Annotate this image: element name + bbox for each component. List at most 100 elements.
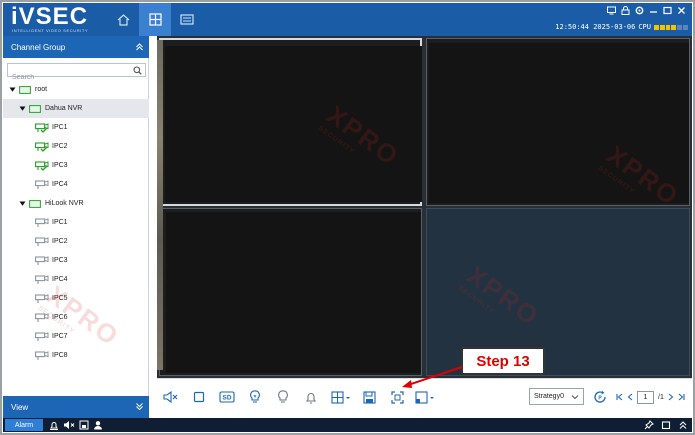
grid-icon [148, 13, 162, 26]
channel-item[interactable]: IPC2 [3, 137, 149, 156]
device-group-icon [29, 104, 41, 113]
video-grid [157, 36, 692, 378]
close-icon[interactable] [677, 6, 686, 15]
person-icon[interactable] [93, 420, 103, 430]
auto-switch-button[interactable]: P [591, 388, 609, 406]
film-icon [180, 14, 194, 25]
save-button[interactable] [360, 388, 378, 406]
status-bar: Alarm [3, 418, 692, 432]
alarm-bell-icon[interactable] [49, 420, 59, 430]
status-icons-right [644, 420, 688, 430]
layout-button[interactable] [330, 388, 352, 406]
view-section-header[interactable]: View [3, 396, 149, 418]
channel-label: IPC1 [52, 124, 68, 131]
cpu-segment [683, 24, 688, 30]
video-tile-3[interactable] [159, 208, 422, 376]
video-tile-1[interactable] [159, 38, 422, 206]
smart-light-button[interactable] [246, 388, 264, 406]
alarm-button[interactable] [302, 388, 320, 406]
mute-button[interactable] [162, 388, 180, 406]
next-page-icon[interactable] [668, 393, 674, 401]
sd-quality-button[interactable]: SD [218, 388, 236, 406]
speaker-mute-icon[interactable] [63, 420, 75, 430]
light-icon [278, 390, 288, 403]
root-group-item[interactable]: root [3, 80, 149, 99]
strategy-select[interactable]: Strategy0 [529, 388, 584, 405]
camera-icon [35, 312, 49, 322]
home-icon [117, 13, 129, 26]
alarm-tab-button[interactable]: Alarm [5, 419, 43, 431]
cpu-label: CPU [638, 23, 651, 31]
channel-label: IPC5 [52, 295, 68, 302]
bell-icon [305, 392, 317, 403]
screen-icon[interactable] [79, 420, 89, 430]
device-group-icon [29, 199, 41, 208]
video-tile-2[interactable] [426, 38, 690, 206]
channel-label: IPC3 [52, 257, 68, 264]
channel-group-title: Channel Group [11, 42, 66, 52]
svg-text:P: P [598, 395, 602, 401]
camera-icon [35, 350, 49, 360]
channel-item[interactable]: IPC3 [3, 156, 149, 175]
pin-icon[interactable] [644, 420, 654, 430]
light-button[interactable] [274, 388, 292, 406]
last-page-icon[interactable] [678, 393, 686, 401]
channel-item[interactable]: IPC7 [3, 327, 149, 346]
minimize-icon[interactable] [649, 6, 658, 15]
tab-live-view[interactable] [139, 3, 171, 36]
camera-icon [35, 122, 49, 133]
sd-label: SD [222, 395, 231, 402]
channel-item[interactable]: IPC1 [3, 118, 149, 137]
stop-button[interactable] [190, 388, 208, 406]
channel-item[interactable]: IPC4 [3, 175, 149, 194]
first-page-icon[interactable] [615, 393, 623, 401]
lock-icon[interactable] [621, 6, 630, 15]
channel-item[interactable]: IPC3 [3, 251, 149, 270]
status-icons-left [49, 420, 103, 430]
camera-icon [35, 179, 49, 189]
camera-icon [35, 236, 49, 246]
nvr-group-item[interactable]: Dahua NVR [3, 99, 149, 118]
collapse-icon[interactable] [678, 420, 688, 430]
expand-arrow-icon[interactable] [19, 105, 26, 112]
nvr-group-item[interactable]: HiLook NVR [3, 194, 149, 213]
channel-group-header[interactable]: Channel Group [3, 36, 149, 58]
channel-item[interactable]: IPC1 [3, 213, 149, 232]
page-number-input[interactable]: 1 [637, 390, 654, 404]
save-icon [362, 390, 376, 404]
mute-icon [163, 391, 178, 403]
channel-item[interactable]: IPC8 [3, 346, 149, 365]
channel-item[interactable]: IPC5 [3, 289, 149, 308]
tab-playback[interactable] [171, 3, 203, 36]
view-section-title: View [11, 402, 29, 412]
step-callout: Step 13 [461, 347, 545, 375]
camera-icon [35, 160, 49, 171]
window-icon [415, 390, 434, 404]
chevron-down-icon [571, 395, 579, 400]
monitor-icon[interactable] [607, 6, 616, 15]
channel-item[interactable]: IPC6 [3, 308, 149, 327]
camera-icon [35, 141, 49, 152]
bulb-icon [250, 390, 260, 403]
expand-arrow-icon[interactable] [9, 86, 16, 93]
cpu-segment [654, 24, 659, 30]
expand-arrow-icon[interactable] [19, 200, 26, 207]
logo-tagline: INTELLIGENT VIDEO SECURITY [12, 28, 89, 33]
gear-icon[interactable] [635, 6, 644, 15]
channel-panel: Channel Group root Dahua NVR IPC1 IPC2 IPC3 I… [3, 36, 149, 418]
channel-label: IPC8 [52, 352, 68, 359]
prev-page-icon[interactable] [627, 393, 633, 401]
step-label: Step 13 [476, 352, 530, 370]
chevron-down-icon[interactable] [135, 402, 144, 411]
chevron-up-icon[interactable] [135, 42, 144, 51]
stop-icon [193, 391, 205, 403]
channel-label: Dahua NVR [45, 105, 83, 112]
sd-icon: SD [219, 391, 235, 403]
maximize-icon[interactable] [663, 6, 672, 15]
search-icon[interactable] [133, 66, 142, 75]
restore-icon[interactable] [661, 420, 671, 430]
channel-item[interactable]: IPC2 [3, 232, 149, 251]
tab-home[interactable] [107, 3, 139, 36]
refresh-icon: P [594, 390, 606, 403]
channel-item[interactable]: IPC4 [3, 270, 149, 289]
